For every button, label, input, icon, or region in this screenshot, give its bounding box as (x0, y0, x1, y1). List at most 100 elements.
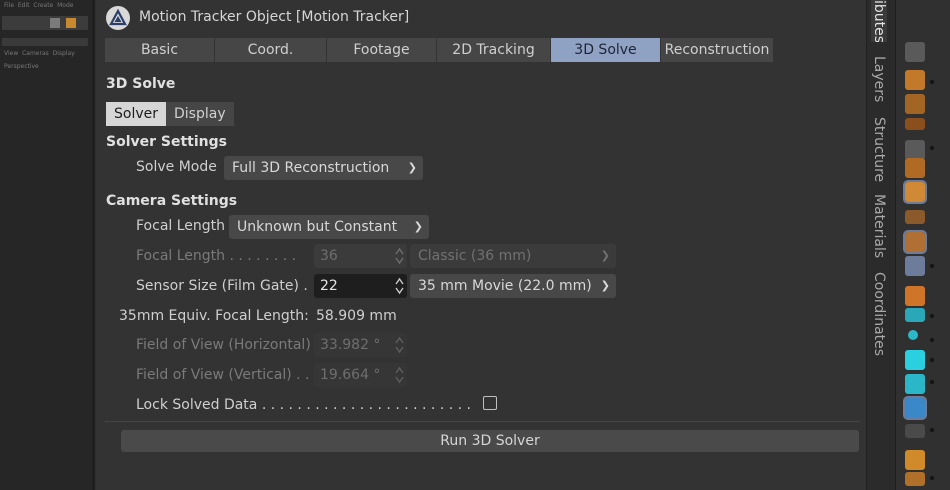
texture-icon[interactable] (905, 374, 925, 394)
focal-length-value: 36 (320, 248, 338, 264)
fov-vertical-value: 19.664 ° (320, 367, 381, 383)
plane-icon[interactable] (905, 118, 925, 130)
visibility-dot[interactable] (930, 314, 934, 318)
visibility-dot[interactable] (930, 338, 934, 342)
motion-tracker-object-icon[interactable] (903, 396, 927, 420)
subtab-solver[interactable]: Solver (106, 102, 166, 126)
panel-splitter[interactable] (92, 0, 95, 490)
sensor-size-preset-dropdown[interactable]: 35 mm Movie (22.0 mm) ❯ (410, 274, 616, 298)
fov-horizontal-label: Field of View (Horizontal) (136, 337, 311, 353)
tab-layers[interactable]: Layers (871, 56, 887, 102)
manager-tabs: ibutes Layers Structure Materials Coordi… (866, 0, 895, 490)
section-title: 3D Solve (106, 76, 176, 92)
run-3d-solver-button[interactable]: Run 3D Solver (121, 430, 859, 452)
visibility-dot[interactable] (930, 380, 934, 384)
visibility-dot[interactable] (930, 358, 934, 362)
sensor-size-preset-value: 35 mm Movie (22.0 mm) (418, 278, 592, 294)
attributes-panel: Motion Tracker Object [Motion Tracker] B… (96, 0, 866, 490)
stepper-icon[interactable] (395, 246, 404, 266)
visibility-dot[interactable] (930, 428, 934, 432)
solve-mode-dropdown[interactable]: Full 3D Reconstruction ❯ (224, 156, 423, 180)
lock-solved-data-label: Lock Solved Data . . . . . . . . . . . .… (136, 397, 471, 413)
fov-horizontal-value: 33.982 ° (320, 337, 381, 353)
equiv-focal-length-value: 58.909 mm (316, 308, 397, 324)
tab-reconstruction[interactable]: Reconstruction (661, 38, 774, 62)
object-title: Motion Tracker Object [Motion Tracker] (139, 9, 410, 25)
motion-tracker-icon (106, 6, 130, 30)
camera-settings-heading: Camera Settings (106, 193, 238, 209)
group-icon[interactable] (905, 424, 925, 438)
stepper-icon[interactable] (395, 365, 404, 385)
subtab-display[interactable]: Display (166, 102, 234, 126)
emitter-icon[interactable] (905, 450, 925, 470)
attribute-tabs: Basic Coord. Footage 2D Tracking 3D Solv… (105, 38, 774, 62)
divider (105, 421, 860, 422)
chevron-down-icon: ❯ (600, 249, 610, 262)
tab-attributes[interactable]: ibutes (871, 0, 887, 42)
visibility-dot[interactable] (930, 476, 934, 480)
menu-item[interactable]: Create (33, 2, 53, 9)
sensor-size-field[interactable]: 22 (314, 274, 407, 298)
light-icon[interactable] (905, 286, 925, 306)
tab-coord[interactable]: Coord. (215, 38, 327, 62)
chevron-down-icon: ❯ (413, 220, 423, 233)
visibility-dot[interactable] (930, 80, 934, 84)
visibility-dot[interactable] (930, 146, 934, 150)
equiv-focal-length-label: 35mm Equiv. Focal Length: (119, 308, 309, 324)
fov-vertical-label: Field of View (Vertical) . . (136, 367, 310, 383)
tab-3d-solve[interactable]: 3D Solve (551, 38, 661, 62)
cube-icon[interactable] (905, 70, 925, 90)
viewport-menu-item[interactable]: View (4, 50, 18, 57)
effector-icon[interactable] (905, 472, 925, 486)
tag-icon[interactable] (905, 308, 925, 322)
deformer-icon[interactable] (905, 210, 925, 224)
stepper-icon[interactable] (395, 335, 404, 355)
menu-item[interactable]: Edit (18, 2, 30, 9)
material-icon[interactable] (905, 350, 925, 370)
fov-vertical-field[interactable]: 19.664 ° (314, 363, 407, 387)
chevron-down-icon: ❯ (407, 161, 417, 174)
viewport-menu-item[interactable]: Cameras (22, 50, 49, 57)
sphere-icon[interactable] (905, 94, 925, 114)
tab-basic[interactable]: Basic (105, 38, 215, 62)
tab-2d-tracking[interactable]: 2D Tracking (437, 38, 551, 62)
tab-structure[interactable]: Structure (871, 117, 887, 182)
focal-length-mode-label: Focal Length (136, 218, 226, 234)
object-icon-strip (895, 0, 950, 490)
render-icon[interactable] (66, 18, 76, 28)
subtabs: Solver Display (106, 102, 234, 126)
focal-length-mode-dropdown[interactable]: Unknown but Constant ❯ (229, 215, 429, 239)
tool-icon[interactable] (50, 18, 60, 28)
tab-footage[interactable]: Footage (327, 38, 437, 62)
fov-horizontal-field[interactable]: 33.982 ° (314, 333, 407, 357)
viewport-menu: View Cameras Display (4, 50, 75, 57)
sensor-size-label: Sensor Size (Film Gate) . (136, 278, 308, 294)
sphere-tag-icon[interactable] (908, 330, 918, 340)
lock-solved-data-checkbox[interactable] (483, 396, 497, 410)
tab-coordinates[interactable]: Coordinates (871, 272, 887, 356)
menu-item[interactable]: Mode (57, 2, 73, 9)
focal-length-field[interactable]: 36 (314, 244, 407, 268)
viewport-label: Perspective (4, 63, 39, 70)
object-icon[interactable] (905, 42, 925, 62)
solver-settings-heading: Solver Settings (106, 134, 227, 150)
stepper-icon[interactable] (395, 276, 404, 296)
viewport-menu-item[interactable]: Display (53, 50, 75, 57)
chevron-down-icon: ❯ (600, 279, 610, 292)
solve-mode-value: Full 3D Reconstruction (232, 160, 390, 176)
tab-materials[interactable]: Materials (871, 194, 887, 258)
cone-icon[interactable] (905, 158, 925, 178)
spline-icon[interactable] (903, 230, 927, 254)
selected-object-icon[interactable] (903, 180, 927, 204)
viewport-tabs (2, 38, 88, 46)
camera-icon[interactable] (905, 256, 925, 276)
menu-item[interactable]: File (4, 2, 14, 9)
visibility-dot[interactable] (930, 264, 934, 268)
focal-length-preset-value: Classic (36 mm) (418, 248, 532, 264)
null-icon[interactable] (905, 140, 925, 160)
viewport-panel: File Edit Create Mode View Cameras Displ… (0, 0, 94, 490)
focal-length-preset-dropdown[interactable]: Classic (36 mm) ❯ (410, 244, 616, 268)
menu-bar[interactable]: File Edit Create Mode (4, 2, 73, 9)
title-bar: Motion Tracker Object [Motion Tracker] (96, 0, 866, 36)
focal-length-mode-value: Unknown but Constant (237, 219, 398, 235)
